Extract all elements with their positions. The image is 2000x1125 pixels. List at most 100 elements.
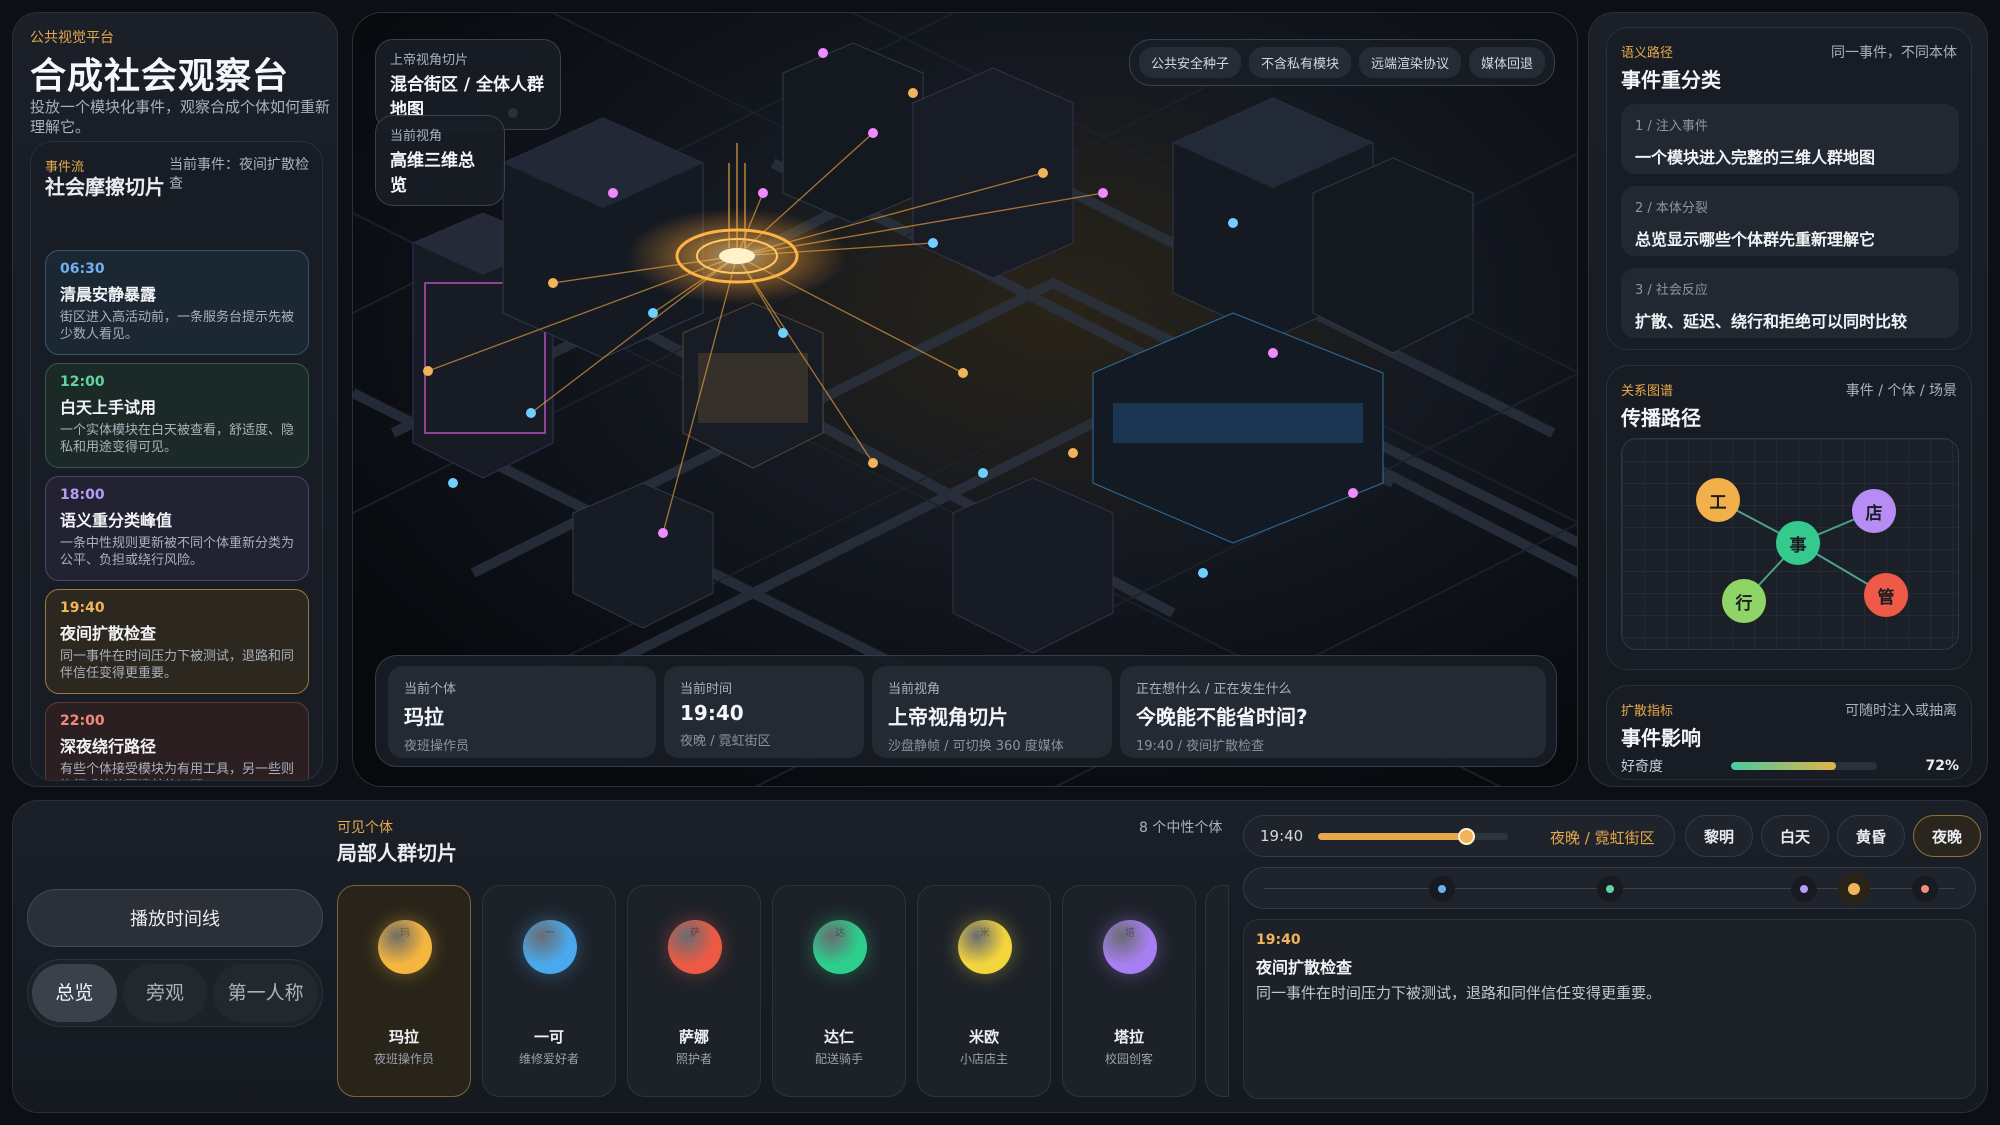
person-card[interactable]: 一一可 维修爱好者 [482, 885, 616, 1097]
step-label: 2 / 本体分裂 [1635, 201, 1708, 216]
scrubber-fill [1318, 833, 1467, 840]
semantic-step[interactable]: 1 / 注入事件 一个模块进入完整的三维人群地图 [1621, 104, 1959, 174]
event-name: 白天上手试用 [60, 398, 157, 417]
status-value: 19:40 [680, 701, 744, 725]
slice-value: 混合街区 / 全体人群地图 [390, 75, 545, 120]
propagation-graph[interactable]: 工 店 事 行 管 [1621, 438, 1959, 650]
event-card-active[interactable]: 19:40 夜间扩散检查 同一事件在时间压力下被测试，退路和同伴信任变得更重要。 [45, 589, 309, 694]
scene-status-bar: 当前个体 玛拉 夜班操作员 当前时间 19:40 夜晚 / 霓虹街区 当前视角 … [375, 655, 1557, 767]
time-scrubber[interactable]: 19:40 夜晚 / 霓虹街区 [1243, 815, 1675, 857]
graph-title: 传播路径 [1621, 406, 1701, 430]
node-event[interactable]: 事 [1776, 521, 1820, 565]
period-night-button[interactable]: 夜晚 [1913, 815, 1981, 857]
person-name: 萨娜 [678, 1028, 709, 1046]
view-mode-switch: 总览 旁观 第一人称 [27, 959, 323, 1027]
status-current-person[interactable]: 当前个体 玛拉 夜班操作员 [388, 666, 656, 758]
avatar: 玛 [378, 920, 432, 974]
person-name: 一可 [533, 1028, 564, 1046]
period-day-button[interactable]: 白天 [1761, 815, 1829, 857]
play-timeline-button[interactable]: 播放时间线 [27, 889, 323, 947]
event-name: 深夜绕行路径 [60, 737, 157, 756]
relation-graph-section: 关系图谱 事件 / 个体 / 场景 传播路径 工 店 事 行 管 [1606, 365, 1972, 670]
status-sub: 沙盘静帧 / 可切换 360 度媒体 [888, 739, 1064, 754]
step-text: 总览显示哪些个体群先重新理解它 [1635, 230, 1876, 249]
public-safety-seed-button[interactable]: 公共安全种子 [1138, 47, 1241, 78]
city-scene-viewport[interactable]: 上帝视角切片 混合街区 / 全体人群地图 当前视角 高维三维总览 公共安全种子 … [352, 12, 1578, 787]
event-card[interactable]: 18:00 语义重分类峰值 一条中性规则更新被不同个体重新分类为公平、负担或绕行… [45, 476, 309, 581]
semantic-tag: 语义路径 [1621, 46, 1674, 61]
avatar: 萨 [668, 920, 722, 974]
event-flow-tag: 事件流 [45, 160, 85, 175]
view-first-person-button[interactable]: 第一人称 [213, 964, 319, 1022]
event-marker[interactable] [1912, 876, 1938, 902]
event-name: 语义重分类峰值 [60, 511, 173, 530]
view-value: 高维三维总览 [390, 151, 475, 196]
scene-toolbar: 公共安全种子 不含私有模块 远端渲染协议 媒体回退 [1128, 39, 1555, 86]
scrubber-track[interactable] [1318, 828, 1508, 845]
event-time: 06:30 [60, 261, 105, 277]
step-label: 3 / 社会反应 [1635, 283, 1708, 298]
no-private-modules-button[interactable]: 不含私有模块 [1248, 47, 1351, 78]
period-dusk-button[interactable]: 黄昏 [1837, 815, 1905, 857]
scrubber-time: 19:40 [1260, 827, 1304, 845]
status-current-time[interactable]: 当前时间 19:40 夜晚 / 霓虹街区 [664, 666, 864, 758]
event-name: 清晨安静暴露 [60, 285, 157, 304]
graph-tag: 关系图谱 [1621, 384, 1674, 399]
period-dawn-button[interactable]: 黎明 [1685, 815, 1753, 857]
platform-tag: 公共视觉平台 [30, 30, 114, 46]
event-time: 12:00 [60, 374, 105, 390]
person-card[interactable]: 达达仁 配送骑手 [772, 885, 906, 1097]
node-travel[interactable]: 行 [1722, 579, 1766, 623]
event-marker[interactable] [1429, 876, 1455, 902]
view-observer-button[interactable]: 旁观 [122, 964, 208, 1022]
status-label: 当前视角 [888, 682, 941, 697]
view-chip[interactable]: 当前视角 高维三维总览 [375, 115, 505, 206]
person-role: 小店店主 [959, 1052, 1008, 1066]
person-card-partial[interactable] [1205, 885, 1229, 1097]
event-time: 18:00 [60, 487, 105, 503]
avatar: 米 [958, 920, 1012, 974]
bottom-panel: 播放时间线 总览 旁观 第一人称 可见个体 局部人群切片 8 个中性个体 玛玛拉… [12, 800, 1988, 1113]
person-card[interactable]: 玛玛拉 夜班操作员 [337, 885, 471, 1097]
step-text: 扩散、延迟、绕行和拒绝可以同时比较 [1635, 312, 1908, 331]
status-label: 当前个体 [404, 682, 457, 697]
app-description: 投放一个模块化事件，观察合成个体如何重新理解它。 [30, 98, 331, 136]
detail-name: 夜间扩散检查 [1256, 958, 1353, 977]
detail-time: 19:40 [1256, 932, 1301, 948]
event-marker[interactable] [1597, 876, 1623, 902]
event-card[interactable]: 06:30 清晨安静暴露 街区进入高活动前，一条服务台提示先被少数人看见。 [45, 250, 309, 355]
person-card[interactable]: 米米欧 小店店主 [917, 885, 1051, 1097]
right-panel: 语义路径 同一事件，不同本体 事件重分类 1 / 注入事件 一个模块进入完整的三… [1588, 12, 1988, 787]
status-current-thought[interactable]: 正在想什么 / 正在发生什么 今晚能不能省时间? 19:40 / 夜间扩散检查 [1120, 666, 1546, 758]
semantic-step[interactable]: 2 / 本体分裂 总览显示哪些个体群先重新理解它 [1621, 186, 1959, 256]
event-card[interactable]: 12:00 白天上手试用 一个实体模块在白天被查看，舒适度、隐私和用途变得可见。 [45, 363, 309, 468]
avatar: 一 [523, 920, 577, 974]
event-detail-card: 19:40 夜间扩散检查 同一事件在时间压力下被测试，退路和同伴信任变得更重要。 [1243, 919, 1976, 1099]
app-title: 合成社会观察台 [30, 56, 290, 97]
semantic-step[interactable]: 3 / 社会反应 扩散、延迟、绕行和拒绝可以同时比较 [1621, 268, 1959, 338]
event-marker[interactable] [1791, 876, 1817, 902]
impact-subtitle: 可随时注入或抽离 [1845, 703, 1957, 719]
scrubber-handle[interactable] [1458, 828, 1476, 845]
semantic-subtitle: 同一事件，不同本体 [1831, 45, 1957, 61]
event-desc: 一个实体模块在白天被查看，舒适度、隐私和用途变得可见。 [60, 423, 295, 455]
event-card[interactable]: 22:00 深夜绕行路径 有些个体接受模块为有用工具，另一些则绕行或等待更清楚的… [45, 702, 309, 780]
status-current-view[interactable]: 当前视角 上帝视角切片 沙盘静帧 / 可切换 360 度媒体 [872, 666, 1112, 758]
current-event-label: 当前事件：夜间扩散检查 [169, 157, 309, 192]
slice-label: 上帝视角切片 [390, 53, 469, 68]
event-flow-panel: 事件流 社会摩擦切片 当前事件：夜间扩散检查 06:30 清晨安静暴露 街区进入… [30, 141, 323, 781]
remote-render-protocol-button[interactable]: 远端渲染协议 [1358, 47, 1461, 78]
crowd-title: 局部人群切片 [337, 841, 457, 865]
graph-subtitle: 事件 / 个体 / 场景 [1845, 383, 1957, 399]
media-fallback-button[interactable]: 媒体回退 [1468, 47, 1545, 78]
semantic-title: 事件重分类 [1621, 68, 1721, 92]
semantic-path-section: 语义路径 同一事件，不同本体 事件重分类 1 / 注入事件 一个模块进入完整的三… [1606, 27, 1972, 350]
status-value: 玛拉 [404, 705, 444, 729]
event-marker-current[interactable] [1838, 873, 1870, 905]
person-card[interactable]: 塔塔拉 校园创客 [1062, 885, 1196, 1097]
node-work[interactable]: 工 [1696, 478, 1740, 522]
node-manage[interactable]: 管 [1864, 573, 1908, 617]
person-card[interactable]: 萨萨娜 照护者 [627, 885, 761, 1097]
view-overview-button[interactable]: 总览 [32, 964, 117, 1022]
node-shop[interactable]: 店 [1852, 489, 1896, 533]
